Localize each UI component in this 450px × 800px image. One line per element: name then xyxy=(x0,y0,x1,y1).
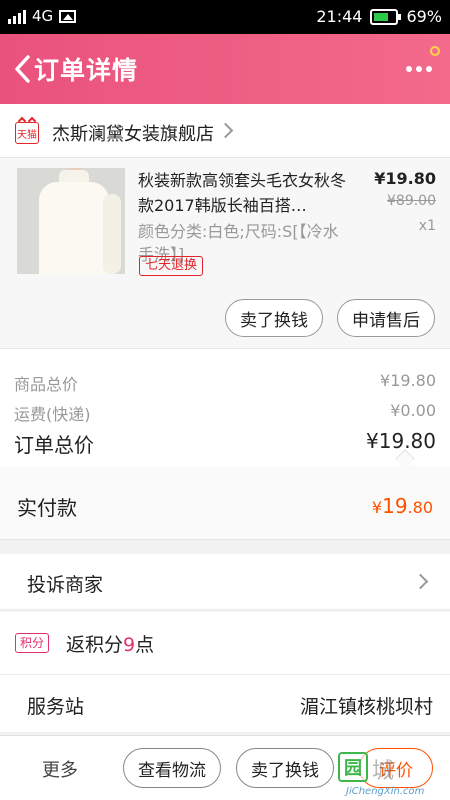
product-quantity: x1 xyxy=(418,218,436,234)
actual-payment-value: ¥19.80 xyxy=(371,494,433,518)
battery-icon xyxy=(370,8,402,25)
watermark-logo: 园 xyxy=(338,752,368,782)
service-station-label: 服务站 xyxy=(27,696,85,718)
back-button[interactable] xyxy=(8,52,36,86)
service-station-value: 湄江镇核桃坝村 xyxy=(299,696,433,718)
product-title: 秋装新款高领套头毛衣女秋冬款2017韩版长袖百搭… xyxy=(138,171,347,215)
product-thumbnail xyxy=(17,168,125,274)
order-total-label: 订单总价 xyxy=(14,433,94,457)
points-badge: 积分 xyxy=(15,633,50,653)
after-sale-button[interactable]: 申请售后 xyxy=(337,299,435,337)
actual-payment-label: 实付款 xyxy=(17,496,77,520)
chevron-right-icon xyxy=(412,573,429,590)
chevron-left-icon xyxy=(15,55,30,83)
points-text: 返积分9点 xyxy=(66,634,155,656)
watermark: 园 城 JiChengXin.com xyxy=(336,752,446,797)
clock: 21:44 xyxy=(316,7,363,26)
watermark-url: JiChengXin.com xyxy=(346,786,425,797)
goods-total-value: ¥19.80 xyxy=(380,371,436,390)
page-title: 订单详情 xyxy=(34,56,139,85)
service-station-row: 服务站 湄江镇核桃坝村 xyxy=(0,674,450,732)
more-dots-icon xyxy=(406,66,432,72)
resell-bottom-button[interactable]: 卖了换钱 xyxy=(236,748,334,788)
signal-icon xyxy=(8,8,26,24)
battery-percent: 69% xyxy=(406,7,442,26)
goods-total-label: 商品总价 xyxy=(14,375,79,394)
app-header: 订单详情 xyxy=(0,34,450,104)
points-row: 积分 返积分9点 xyxy=(0,612,450,674)
store-name: 杰斯澜黛女装旗舰店 xyxy=(52,124,214,145)
product-price: ¥19.80 xyxy=(374,169,436,188)
store-row[interactable]: 天猫 杰斯澜黛女装旗舰店 xyxy=(0,104,450,158)
complain-merchant-label: 投诉商家 xyxy=(27,574,104,596)
order-total-value: ¥19.80 xyxy=(366,429,436,453)
chevron-right-icon xyxy=(217,122,234,139)
actual-payment-row: 实付款 ¥19.80 xyxy=(0,466,450,540)
complain-merchant-row[interactable]: 投诉商家 xyxy=(0,554,450,610)
notification-dot xyxy=(430,46,440,56)
price-summary: 商品总价 ¥19.80 运费(快递) ¥0.00 订单总价 ¥19.80 xyxy=(0,348,450,466)
status-bar: 4G 21:44 69% xyxy=(0,0,450,34)
resell-button[interactable]: 卖了换钱 xyxy=(225,299,323,337)
network-type: 4G xyxy=(32,7,54,25)
product-original-price: ¥89.00 xyxy=(387,193,436,209)
shipping-value: ¥0.00 xyxy=(390,401,436,420)
watermark-text: 城 xyxy=(372,759,397,784)
tmall-badge: 天猫 xyxy=(15,122,39,144)
more-menu-button[interactable] xyxy=(406,46,440,82)
shipping-label: 运费(快递) xyxy=(14,405,91,424)
seven-day-return-tag: 七天退换 xyxy=(139,256,204,276)
more-actions-button[interactable]: 更多 xyxy=(42,756,78,782)
view-logistics-button[interactable]: 查看物流 xyxy=(123,748,221,788)
product-item[interactable]: 秋装新款高领套头毛衣女秋冬款2017韩版长袖百搭… 颜色分类:白色;尺码:S[【… xyxy=(0,158,450,348)
image-notification-icon xyxy=(59,9,77,23)
